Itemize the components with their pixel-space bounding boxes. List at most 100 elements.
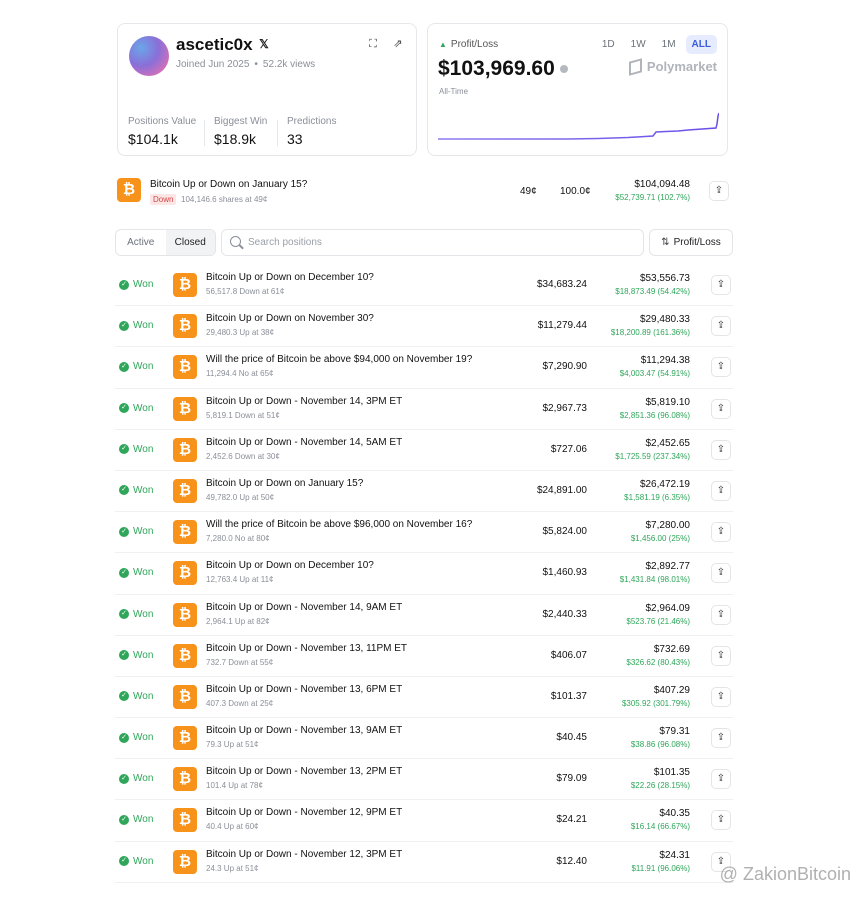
avatar[interactable] <box>129 36 169 76</box>
share-icon: ⇪ <box>716 567 726 579</box>
position-row[interactable]: ✓ Won ₿ Bitcoin Up or Down - November 14, 5… <box>115 430 733 471</box>
position-value: $29,480.33 <box>639 314 690 326</box>
search-icon <box>230 236 241 247</box>
check-circle-icon: ✓ <box>119 403 129 414</box>
share-button[interactable]: ⇪ <box>711 645 731 666</box>
position-title[interactable]: Bitcoin Up or Down - November 14, 5AM ET <box>206 437 402 448</box>
check-circle-icon: ✓ <box>119 650 129 661</box>
position-row[interactable]: ✓ Won ₿ Bitcoin Up or Down - November 13, 2… <box>115 759 733 801</box>
share-icon: ⇪ <box>716 732 726 744</box>
share-button[interactable]: ⇪ <box>711 810 731 831</box>
position-title[interactable]: Bitcoin Up or Down - November 13, 2PM ET <box>206 766 402 777</box>
share-icon: ⇪ <box>716 773 726 785</box>
status-label: Won <box>133 443 154 455</box>
position-pnl: $22.26 (28.15%) <box>630 781 690 791</box>
check-circle-icon: ✓ <box>119 814 129 825</box>
position-title[interactable]: Bitcoin Up or Down on January 15? <box>150 179 307 190</box>
position-row[interactable]: ✓ Won ₿ Bitcoin Up or Down - November 12, 9… <box>115 800 733 842</box>
position-pnl: $1,456.00 (25%) <box>630 534 690 544</box>
position-title[interactable]: Bitcoin Up or Down on December 10? <box>206 272 374 283</box>
share-button[interactable]: ⇪ <box>711 480 731 501</box>
position-value: $24.31 <box>659 849 690 861</box>
share-icon: ⇪ <box>716 526 726 538</box>
position-pnl: $1,431.84 (98.01%) <box>619 575 690 585</box>
brand-name: Polymarket <box>646 59 717 74</box>
share-button[interactable]: ⇪ <box>711 439 731 460</box>
position-bet: $7,290.90 <box>542 361 588 373</box>
position-row[interactable]: ✓ Won ₿ Bitcoin Up or Down - November 12, 3… <box>115 842 733 883</box>
sort-button[interactable]: ⇅ Profit/Loss <box>649 229 733 256</box>
status-label: Won <box>133 361 154 373</box>
position-title[interactable]: Will the price of Bitcoin be above $94,0… <box>206 354 472 365</box>
filter-bar: Active Closed ⇅Profit/Loss <box>115 229 733 256</box>
info-icon[interactable] <box>560 65 568 73</box>
position-row[interactable]: ✓ Won ₿ Will the price of Bitcoin be above … <box>115 512 733 554</box>
position-row[interactable]: ✓ Won ₿ Bitcoin Up or Down - November 13, 6… <box>115 677 733 719</box>
pnl-line <box>438 112 719 140</box>
share-button[interactable]: ⇪ <box>711 522 731 543</box>
share-button[interactable]: ⇪ <box>711 769 731 790</box>
position-value: $11,294.38 <box>640 355 690 367</box>
position-title[interactable]: Bitcoin Up or Down - November 12, 3PM ET <box>206 849 402 860</box>
position-row[interactable]: ✓ Won ₿ Bitcoin Up or Down on December 10? 5… <box>115 265 733 307</box>
position-title[interactable]: Bitcoin Up or Down - November 13, 9AM ET <box>206 725 402 736</box>
share-button[interactable]: ⇪ <box>711 357 731 378</box>
position-row[interactable]: ✓ Won ₿ Bitcoin Up or Down - November 13, 1… <box>115 636 733 677</box>
position-title[interactable]: Bitcoin Up or Down - November 13, 11PM E… <box>206 643 407 654</box>
position-row[interactable]: ✓ Won ₿ Bitcoin Up or Down on November 30? 2… <box>115 306 733 348</box>
share-icon: ⇪ <box>716 279 726 290</box>
share-button[interactable]: ⇪ <box>711 604 731 625</box>
position-bet: $101.37 <box>550 690 587 702</box>
share-button[interactable]: ⇪ <box>711 563 731 584</box>
position-value: $7,280.00 <box>645 520 691 532</box>
share-button[interactable]: ⇪ <box>711 316 731 337</box>
tab-active[interactable]: Active <box>116 230 166 255</box>
x-logo-icon[interactable]: 𝕏 <box>257 37 271 51</box>
range-tab-all[interactable]: ALL <box>685 35 717 54</box>
position-bet: $2,967.73 <box>542 402 588 414</box>
position-title[interactable]: Bitcoin Up or Down - November 12, 9PM ET <box>206 807 402 818</box>
position-bet: $727.06 <box>550 443 587 455</box>
position-row[interactable]: ✓ Won ₿ Bitcoin Up or Down - November 14, 9… <box>115 595 733 636</box>
range-tab-1w[interactable]: 1W <box>625 35 652 54</box>
stat-value: $18.9k <box>214 131 257 147</box>
external-link-icon[interactable]: ⇗ <box>391 37 405 51</box>
search-input[interactable] <box>248 230 638 255</box>
share-button[interactable]: ⇪ <box>711 728 731 749</box>
position-title[interactable]: Will the price of Bitcoin be above $96,0… <box>206 519 472 530</box>
position-shares: 101.4 Up at 78¢ <box>206 781 263 791</box>
range-tab-1d[interactable]: 1D <box>596 35 621 54</box>
check-circle-icon: ✓ <box>119 444 129 455</box>
position-title[interactable]: Bitcoin Up or Down on December 10? <box>206 560 374 571</box>
position-shares: 49,782.0 Up at 50¢ <box>206 492 275 502</box>
expand-icon[interactable]: ⛶ <box>366 37 380 51</box>
position-row[interactable]: ✓ Won ₿ Bitcoin Up or Down - November 13, 9… <box>115 718 733 760</box>
position-row[interactable]: ✓ Won ₿ Bitcoin Up or Down on January 15? 49… <box>115 471 733 513</box>
position-title[interactable]: Bitcoin Up or Down on January 15? <box>206 478 363 489</box>
position-title[interactable]: Bitcoin Up or Down on November 30? <box>206 313 374 324</box>
position-row[interactable]: ✓ Won ₿ Will the price of Bitcoin be above … <box>115 347 733 389</box>
position-title[interactable]: Bitcoin Up or Down - November 14, 9AM ET <box>206 602 402 613</box>
check-circle-icon: ✓ <box>119 279 129 290</box>
position-title[interactable]: Bitcoin Up or Down - November 14, 3PM ET <box>206 396 402 407</box>
open-position-row[interactable]: ₿ Bitcoin Up or Down on January 15? Down… <box>117 174 729 210</box>
share-button[interactable]: ⇪ <box>711 686 731 707</box>
share-button[interactable]: ⇪ <box>711 398 731 419</box>
share-icon: ⇪ <box>716 690 726 702</box>
position-row[interactable]: ✓ Won ₿ Bitcoin Up or Down on December 10? 1… <box>115 553 733 595</box>
status-label: Won <box>133 320 154 332</box>
divider <box>277 120 278 146</box>
status-badge: ✓ Won <box>119 444 153 455</box>
position-shares: 29,480.3 Up at 38¢ <box>206 328 275 338</box>
tab-closed[interactable]: Closed <box>165 230 215 255</box>
username: ascetic0x <box>176 35 253 54</box>
position-row[interactable]: ✓ Won ₿ Bitcoin Up or Down - November 14, 3… <box>115 389 733 430</box>
position-tabs: Active Closed <box>115 229 216 256</box>
position-title[interactable]: Bitcoin Up or Down - November 13, 6PM ET <box>206 684 402 695</box>
share-button[interactable]: ⇪ <box>711 275 731 295</box>
bitcoin-icon: ₿ <box>173 767 197 792</box>
share-button[interactable]: ⇪ <box>709 181 729 201</box>
status-badge: ✓ Won <box>119 609 153 620</box>
range-tab-1m[interactable]: 1M <box>656 35 682 54</box>
position-pnl: $2,851.36 (96.08%) <box>619 410 690 420</box>
